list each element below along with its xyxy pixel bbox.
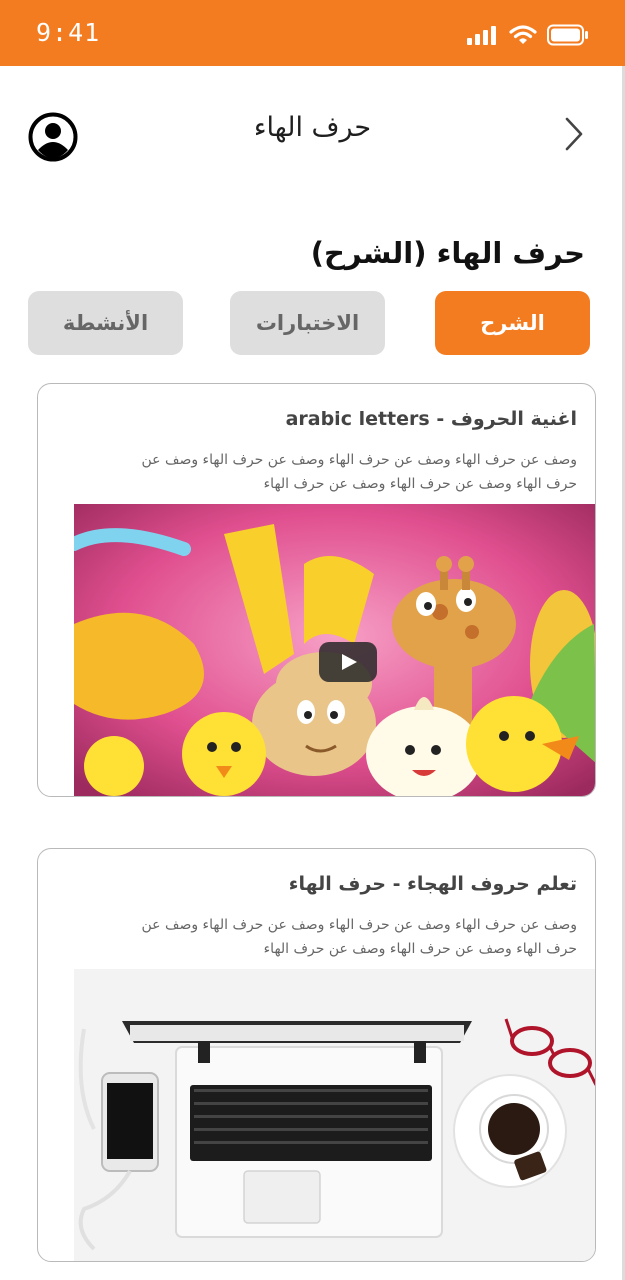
card-title: اغنية الحروف - arabic letters [285, 408, 577, 430]
tab-activities[interactable]: الأنشطة [28, 291, 183, 355]
battery-icon [547, 24, 588, 46]
status-bar: 9:41 [0, 0, 625, 66]
wifi-icon [509, 25, 537, 44]
video-card[interactable]: اغنية الحروف - arabic letters وصف عن حرف… [37, 383, 596, 797]
lesson-image[interactable] [74, 969, 595, 1261]
tab-tests[interactable]: الاختبارات [230, 291, 385, 355]
laptop-desk-image [74, 969, 595, 1261]
card-title: تعلم حروف الهجاء - حرف الهاء [288, 873, 577, 895]
card-description: وصف عن حرف الهاء وصف عن حرف الهاء وصف عن… [141, 917, 577, 957]
page-title: حرف الهاء [253, 112, 372, 143]
tab-explanation[interactable]: الشرح [435, 291, 590, 355]
status-icons [467, 22, 589, 48]
cellular-signal-icon [467, 26, 496, 45]
play-icon[interactable] [319, 642, 377, 682]
back-button[interactable] [560, 116, 586, 152]
lesson-card[interactable]: تعلم حروف الهجاء - حرف الهاء وصف عن حرف … [37, 848, 596, 1262]
card-description: وصف عن حرف الهاء وصف عن حرف الهاء وصف عن… [141, 452, 577, 492]
section-title: حرف الهاء (الشرح) [310, 236, 585, 270]
video-thumbnail[interactable] [74, 504, 595, 796]
chevron-right-icon [565, 117, 583, 151]
status-time: 9:41 [36, 18, 101, 47]
